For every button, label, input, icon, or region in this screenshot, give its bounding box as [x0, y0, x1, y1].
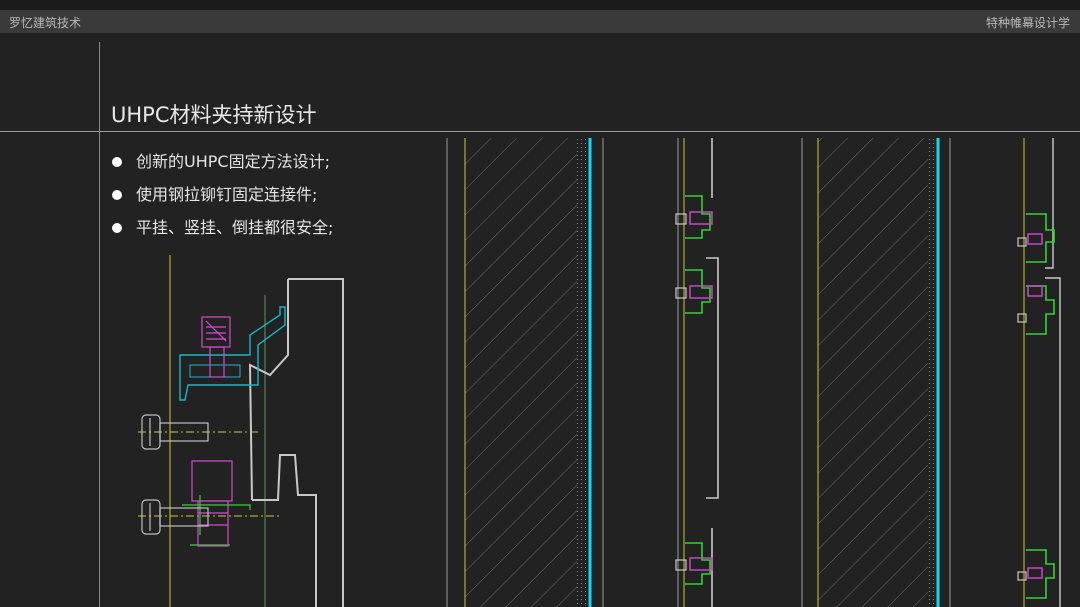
bullet-dot-icon — [112, 157, 122, 167]
bullet-text: 创新的UHPC固定方法设计; — [136, 152, 330, 171]
bullet-dot-icon — [112, 223, 122, 233]
bullet-dot-icon — [112, 190, 122, 200]
bullet-list: 创新的UHPC固定方法设计; 使用钢拉铆钉固定连接件; 平挂、竖挂、倒挂都很安全… — [111, 151, 333, 250]
bullet-text: 使用钢拉铆钉固定连接件; — [136, 185, 318, 204]
top-strip — [0, 0, 1080, 10]
wall-section-hatched-1 — [446, 138, 604, 607]
header-left-text: 罗忆建筑技术 — [9, 16, 82, 30]
header-right-text: 特种帷幕设计学 — [985, 16, 1070, 30]
detail-section-drawing — [138, 255, 344, 607]
title-underline — [0, 131, 1080, 132]
vertical-divider — [99, 42, 100, 607]
wall-section-hatched-2 — [801, 138, 951, 607]
bracket-column-2 — [1017, 138, 1061, 607]
page-title: UHPC材料夹持新设计 — [111, 103, 317, 127]
bullet-item: 创新的UHPC固定方法设计; — [111, 151, 333, 184]
header-bar: 罗忆建筑技术 特种帷幕设计学 — [0, 10, 1080, 33]
bullet-item: 使用钢拉铆钉固定连接件; — [111, 184, 333, 217]
bullet-item: 平挂、竖挂、倒挂都很安全; — [111, 217, 333, 250]
bullet-text: 平挂、竖挂、倒挂都很安全; — [136, 218, 334, 237]
bracket-column-1 — [675, 138, 719, 607]
wall-sections-drawing — [446, 138, 1061, 607]
